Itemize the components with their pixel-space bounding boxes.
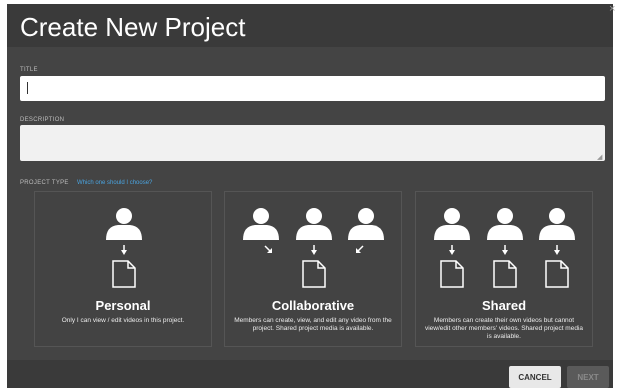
resize-handle-icon[interactable]: ◢ (597, 153, 602, 161)
card-description: Only I can view / edit videos in this pr… (61, 317, 185, 324)
arrow-down-left-icon (356, 245, 364, 253)
card-title: Personal (95, 298, 151, 313)
user-icon (539, 208, 575, 240)
arrow-down-icon (121, 245, 127, 255)
document-icon (440, 260, 464, 288)
title-label: TITLE (20, 67, 38, 73)
user-icon (348, 208, 384, 240)
arrow-down-right-icon (264, 245, 272, 253)
personal-illustration (106, 208, 142, 288)
user-icon (296, 208, 332, 240)
project-type-collaborative[interactable]: Collaborative Members can create, view, … (224, 191, 402, 347)
user-icon (106, 208, 142, 240)
text-caret (27, 82, 28, 94)
project-type-shared[interactable]: Shared Members can create their own vide… (415, 191, 593, 347)
shared-illustration (434, 208, 575, 288)
dialog-header: Create New Project (7, 4, 613, 47)
next-button[interactable]: NEXT (567, 366, 609, 388)
arrow-down-icon (311, 245, 317, 255)
close-icon[interactable]: × (609, 3, 618, 15)
user-icon (487, 208, 523, 240)
user-icon (243, 208, 279, 240)
document-icon (493, 260, 517, 288)
project-type-personal[interactable]: Personal Only I can view / edit videos i… (34, 191, 212, 347)
help-link[interactable]: Which one should I choose? (77, 180, 152, 186)
dialog-title: Create New Project (20, 12, 246, 42)
document-icon (545, 260, 569, 288)
card-title: Shared (481, 298, 527, 313)
user-icon (434, 208, 470, 240)
arrow-down-icon (502, 245, 508, 255)
description-textarea[interactable] (20, 125, 605, 161)
arrow-down-icon (554, 245, 560, 255)
description-label: DESCRIPTION (20, 117, 65, 123)
arrow-down-icon (449, 245, 455, 255)
cancel-button[interactable]: CANCEL (509, 366, 561, 388)
project-type-label: PROJECT TYPE (20, 180, 69, 186)
title-input[interactable] (20, 76, 605, 101)
document-icon (302, 260, 326, 288)
card-description: Members can create their own videos but … (424, 317, 584, 340)
create-project-dialog: Create New Project TITLE DESCRIPTION ◢ P… (7, 4, 613, 388)
collaborative-illustration (243, 208, 384, 288)
card-title: Collaborative (271, 298, 355, 313)
document-icon (112, 260, 136, 288)
card-description: Members can create, view, and edit any v… (234, 317, 392, 332)
